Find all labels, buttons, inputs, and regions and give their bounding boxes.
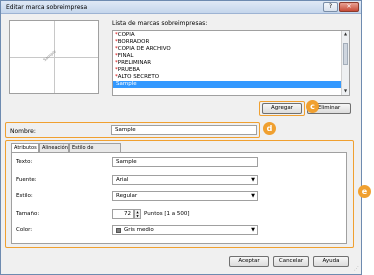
- watermark-preview: Sample: [9, 20, 99, 94]
- text-label: Texto:: [16, 159, 33, 165]
- size-input[interactable]: 72: [112, 209, 134, 219]
- size-stepper[interactable]: ▲ ▼: [134, 209, 141, 219]
- font-label: Fuente:: [16, 177, 37, 183]
- watermark-list[interactable]: *COPIA *BORRADOR *COPIA DE ARCHIVO *FINA…: [112, 30, 350, 96]
- help-window-button[interactable]: ?: [323, 2, 338, 12]
- list-item[interactable]: *COPIA DE ARCHIVO: [115, 46, 349, 53]
- tab-estilo-impresion[interactable]: Estilo de impresión: [69, 143, 121, 159]
- name-input[interactable]: Sample: [111, 125, 257, 135]
- list-item[interactable]: *COPIA: [115, 32, 349, 39]
- name-label: Nombre:: [10, 128, 36, 135]
- list-item[interactable]: *FINAL: [115, 53, 349, 60]
- window-title: Editar marca sobreimpresa: [6, 4, 88, 11]
- resize-grip-icon[interactable]: ⋰: [354, 266, 362, 274]
- style-label: Estilo:: [16, 193, 33, 199]
- color-label: Color:: [16, 227, 33, 233]
- callout-e: e: [358, 185, 371, 198]
- list-item[interactable]: *PRELIMINAR: [115, 60, 349, 67]
- list-scrollbar[interactable]: ▲ ▼: [341, 31, 349, 95]
- add-button[interactable]: Agregar: [262, 103, 302, 114]
- list-item[interactable]: *ALTO SECRETO: [115, 74, 349, 81]
- preview-horizontal-guide: [10, 57, 98, 58]
- title-bar: Editar marca sobreimpresa ? ✕: [1, 1, 361, 14]
- ok-button[interactable]: Aceptar: [229, 256, 269, 267]
- close-window-button[interactable]: ✕: [339, 2, 359, 12]
- list-item[interactable]: *PRUEBA: [115, 67, 349, 74]
- color-swatch: [116, 228, 121, 233]
- callout-c: c: [306, 100, 319, 113]
- list-item-selected[interactable]: Sample: [113, 81, 341, 88]
- cancel-button[interactable]: Cancelar: [273, 256, 309, 267]
- callout-d: d: [263, 122, 276, 135]
- attributes-panel: Texto: Sample Fuente: Arial ▼ Estilo: Reg…: [11, 152, 347, 244]
- font-select[interactable]: Arial ▼: [112, 175, 258, 185]
- size-range-label: Puntos [1 a 500]: [144, 211, 190, 217]
- chevron-down-icon: ▼: [251, 193, 255, 199]
- text-input[interactable]: Sample: [112, 157, 258, 167]
- watermark-list-label: Lista de marcas sobreimpresas:: [112, 20, 208, 27]
- style-select[interactable]: Regular ▼: [112, 191, 258, 201]
- list-item[interactable]: *BORRADOR: [115, 39, 349, 46]
- scroll-up-arrow-icon[interactable]: ▲: [342, 31, 349, 38]
- size-label: Tamaño:: [16, 211, 40, 217]
- help-button[interactable]: Ayuda: [313, 256, 349, 267]
- chevron-down-icon: ▼: [251, 227, 255, 233]
- tab-alineacion[interactable]: Alineación: [39, 143, 69, 152]
- color-select[interactable]: Gris medio ▼: [112, 225, 258, 235]
- dialog-window: Editar marca sobreimpresa ? ✕ Sample Lis…: [0, 0, 371, 275]
- chevron-down-icon: ▼: [251, 177, 255, 183]
- scroll-down-arrow-icon[interactable]: ▼: [342, 88, 349, 95]
- scroll-thumb[interactable]: [343, 43, 348, 65]
